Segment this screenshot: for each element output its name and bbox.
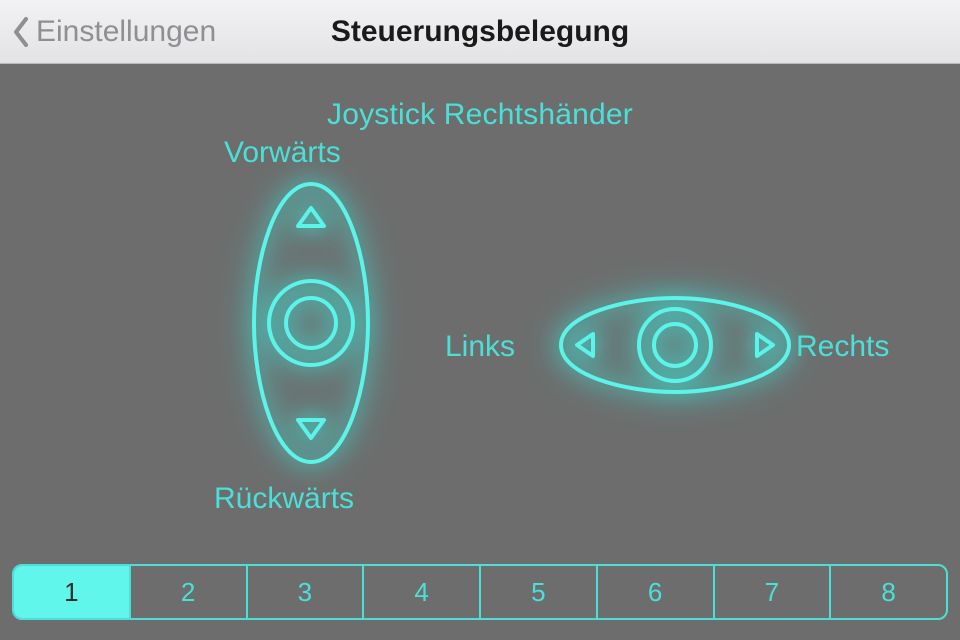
label-left: Links <box>445 330 515 364</box>
page-option-3[interactable]: 3 <box>248 566 365 618</box>
main-content: Joystick Rechtshänder Vorwärts Rückwärts… <box>0 64 960 640</box>
back-label: Einstellungen <box>36 15 216 49</box>
label-right: Rechts <box>796 330 889 364</box>
page-option-4[interactable]: 4 <box>364 566 481 618</box>
page-option-7[interactable]: 7 <box>715 566 832 618</box>
page-option-5[interactable]: 5 <box>481 566 598 618</box>
back-button[interactable]: Einstellungen <box>12 15 216 49</box>
chevron-left-icon <box>12 17 30 47</box>
label-forward: Vorwärts <box>224 136 341 170</box>
joystick-horizontal[interactable] <box>555 290 795 405</box>
page-option-8[interactable]: 8 <box>831 566 946 618</box>
page-selector: 12345678 <box>12 564 948 620</box>
page-title: Steuerungsbelegung <box>331 15 629 49</box>
joystick-vertical[interactable] <box>246 178 376 473</box>
page-option-6[interactable]: 6 <box>598 566 715 618</box>
navigation-bar: Einstellungen Steuerungsbelegung <box>0 0 960 64</box>
label-backward: Rückwärts <box>214 482 354 516</box>
control-scheme-name: Joystick Rechtshänder <box>327 98 633 132</box>
page-option-2[interactable]: 2 <box>131 566 248 618</box>
page-option-1[interactable]: 1 <box>14 566 131 618</box>
